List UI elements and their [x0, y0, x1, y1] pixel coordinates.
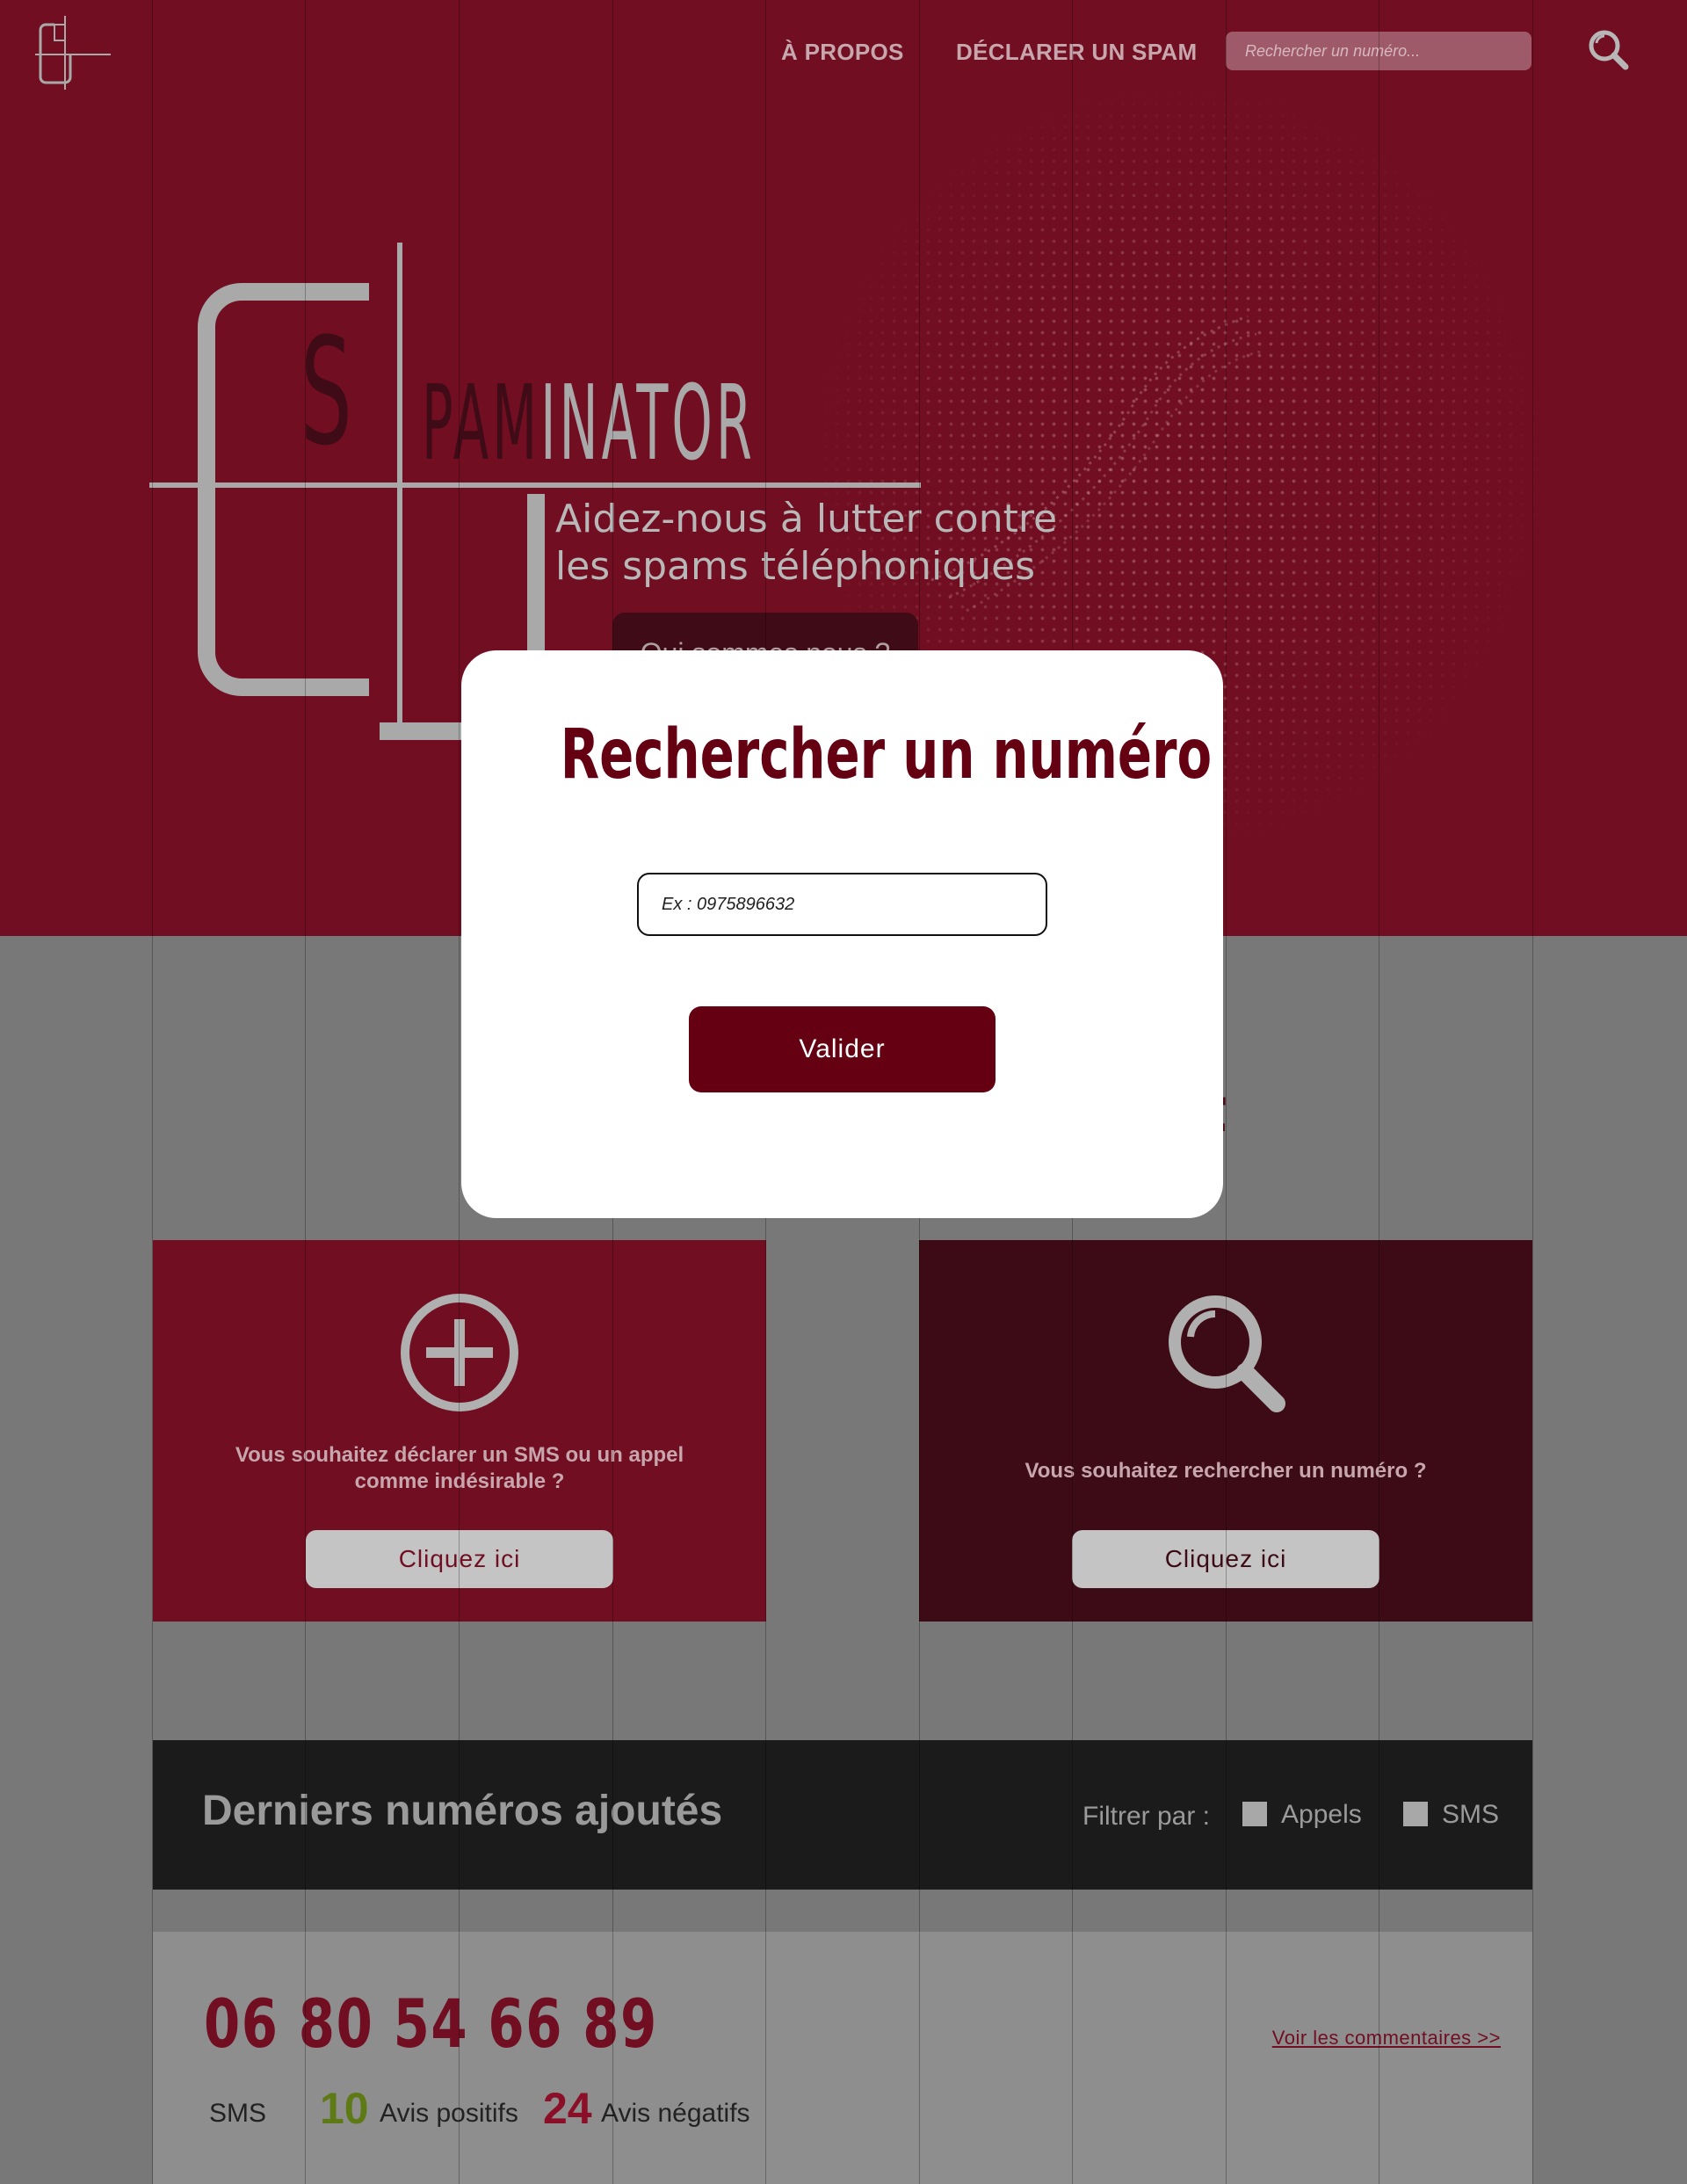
plus-circle-icon — [401, 1294, 518, 1411]
search-number-text: Vous souhaitez rechercher un numéro ? — [1025, 1459, 1427, 1483]
submit-button[interactable]: Valider — [689, 1006, 996, 1092]
positive-count: 10 — [320, 2084, 369, 2133]
brand-letter-s: S — [300, 306, 352, 478]
checkbox-icon[interactable] — [1242, 1802, 1267, 1826]
modal-title: Rechercher un numéro — [560, 715, 1213, 795]
report-spam-button[interactable]: Cliquez ici — [306, 1530, 613, 1588]
entry-type: SMS — [209, 2099, 267, 2128]
tagline-line-2: les spams téléphoniques — [555, 544, 1036, 589]
search-number-button[interactable]: Cliquez ici — [1072, 1530, 1379, 1588]
phone-number-input[interactable] — [637, 873, 1047, 936]
tagline-line-1: Aidez-nous à lutter contre — [555, 497, 1058, 541]
nav-link-report-spam[interactable]: DÉCLARER UN SPAM — [956, 39, 1197, 66]
brand-name-light: INATOR — [540, 362, 756, 483]
entry-phone-number[interactable]: 06 80 54 66 89 — [204, 1984, 658, 2063]
filter-sms-label: SMS — [1442, 1800, 1500, 1829]
brand-name: PAMINATOR — [422, 371, 756, 475]
view-comments-link[interactable]: Voir les commentaires >> — [1272, 2027, 1501, 2050]
checkbox-icon[interactable] — [1403, 1802, 1428, 1826]
nav-link-about[interactable]: À PROPOS — [781, 39, 904, 66]
latest-numbers-bar: Derniers numéros ajoutés Filtrer par : A… — [153, 1740, 1532, 1890]
site-logo-icon[interactable] — [33, 16, 112, 90]
negative-label: Avis négatifs — [601, 2099, 750, 2128]
header-search-input[interactable] — [1226, 32, 1531, 70]
number-entry: 06 80 54 66 89 Voir les commentaires >> … — [153, 1932, 1532, 2184]
brand-name-dark: PAM — [422, 362, 541, 483]
filter-calls-label: Appels — [1281, 1800, 1362, 1829]
positive-label: Avis positifs — [380, 2099, 518, 2128]
search-modal: Rechercher un numéro Valider — [461, 650, 1223, 1218]
hero-tagline: Aidez-nous à lutter contre les spams tél… — [555, 496, 1170, 591]
filter-label: Filtrer par : — [1082, 1802, 1211, 1831]
report-spam-card: Vous souhaitez déclarer un SMS ou un app… — [153, 1240, 766, 1622]
report-spam-text: Vous souhaitez déclarer un SMS ou un app… — [235, 1443, 684, 1493]
search-icon — [1169, 1295, 1285, 1412]
negative-count: 24 — [543, 2084, 592, 2133]
latest-numbers-title: Derniers numéros ajoutés — [202, 1788, 723, 1834]
search-icon[interactable] — [1587, 28, 1631, 72]
search-number-card: Vous souhaitez rechercher un numéro ? Cl… — [919, 1240, 1532, 1622]
page: À PROPOS DÉCLARER UN SPAM S PAMINATOR Ai… — [0, 0, 1687, 2184]
